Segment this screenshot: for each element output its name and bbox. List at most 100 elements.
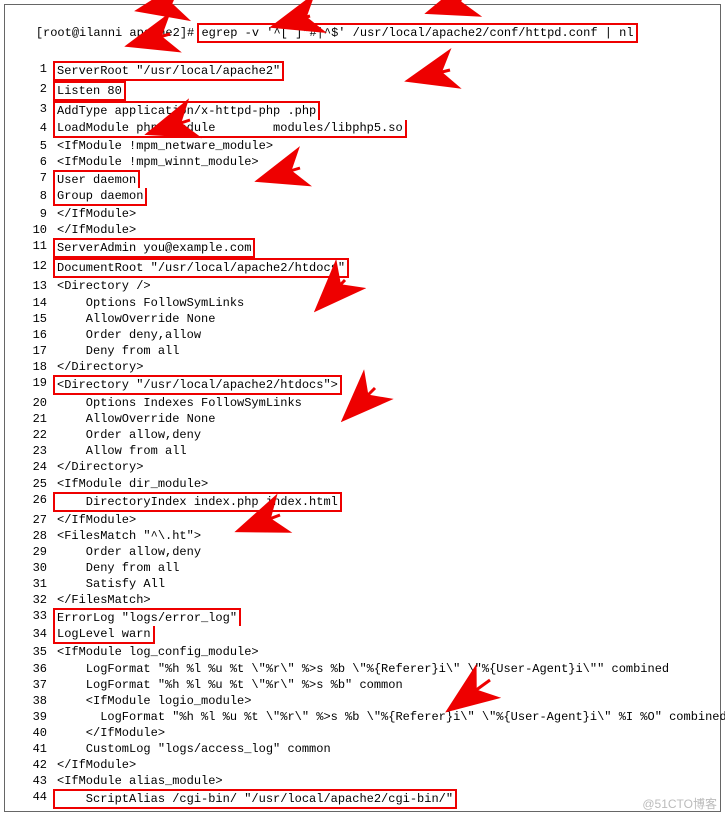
line-number: 5 (7, 138, 57, 154)
line-number: 44 (7, 789, 57, 809)
output-line: 3AddType application/x-httpd-php .php (7, 101, 718, 119)
line-number: 27 (7, 512, 57, 528)
line-number: 9 (7, 206, 57, 222)
line-number: 35 (7, 644, 57, 660)
output-line: 7User daemon (7, 170, 718, 188)
line-text: </IfModule> (57, 222, 718, 238)
output-line: 14 Options FollowSymLinks (7, 295, 718, 311)
watermark: @51CTO博客 (642, 796, 717, 812)
output-line: 35<IfModule log_config_module> (7, 644, 718, 660)
line-text: AddType application/x-httpd-php .php (57, 101, 718, 119)
line-number: 28 (7, 528, 57, 544)
output-line: 21 AllowOverride None (7, 411, 718, 427)
line-text: Order allow,deny (57, 427, 718, 443)
line-text: <IfModule !mpm_netware_module> (57, 138, 718, 154)
line-text: AllowOverride None (57, 411, 718, 427)
line-number: 20 (7, 395, 57, 411)
line-text: <IfModule dir_module> (57, 476, 718, 492)
line-number: 31 (7, 576, 57, 592)
highlight-box: ServerAdmin you@example.com (53, 238, 255, 258)
output-line: 11ServerAdmin you@example.com (7, 238, 718, 258)
line-text: </IfModule> (57, 206, 718, 222)
line-number: 3 (7, 101, 57, 119)
output-line: 33ErrorLog "logs/error_log" (7, 608, 718, 626)
line-number: 43 (7, 773, 57, 789)
line-text: LogFormat "%h %l %u %t \"%r\" %>s %b \"%… (57, 709, 725, 725)
highlight-box: LogLevel warn (53, 626, 155, 644)
line-text: Deny from all (57, 560, 718, 576)
line-text: </IfModule> (57, 725, 718, 741)
line-text: <IfModule logio_module> (57, 693, 718, 709)
line-text: Order deny,allow (57, 327, 718, 343)
line-text: ServerAdmin you@example.com (57, 238, 718, 258)
output-line: 13<Directory /> (7, 278, 718, 294)
line-number: 36 (7, 661, 57, 677)
line-number: 4 (7, 120, 57, 138)
highlight-box: DirectoryIndex index.php index.html (53, 492, 342, 512)
output-line: 10</IfModule> (7, 222, 718, 238)
line-number: 26 (7, 492, 57, 512)
line-number: 7 (7, 170, 57, 188)
line-text: Group daemon (57, 188, 718, 206)
line-text: User daemon (57, 170, 718, 188)
output-line: 34LogLevel warn (7, 626, 718, 644)
line-text: </IfModule> (57, 757, 718, 773)
highlight-box: ServerRoot "/usr/local/apache2" (53, 61, 284, 81)
output-line: 39 LogFormat "%h %l %u %t \"%r\" %>s %b … (7, 709, 718, 725)
output-line: 32</FilesMatch> (7, 592, 718, 608)
line-number: 33 (7, 608, 57, 626)
line-text: LoadModule php5_module modules/libphp5.s… (57, 120, 718, 138)
line-number: 12 (7, 258, 57, 278)
line-text: ServerRoot "/usr/local/apache2" (57, 61, 718, 81)
output-line: 23 Allow from all (7, 443, 718, 459)
line-text: <Directory "/usr/local/apache2/htdocs"> (57, 375, 718, 395)
output-line: 5<IfModule !mpm_netware_module> (7, 138, 718, 154)
output-line: 24</Directory> (7, 459, 718, 475)
terminal-container: [root@ilanni apache2]# egrep -v '^[ ]*#|… (4, 4, 721, 812)
output-line: 18</Directory> (7, 359, 718, 375)
line-text: DocumentRoot "/usr/local/apache2/htdocs" (57, 258, 718, 278)
output-line: 20 Options Indexes FollowSymLinks (7, 395, 718, 411)
line-text: ScriptAlias /cgi-bin/ "/usr/local/apache… (57, 789, 718, 809)
line-number: 41 (7, 741, 57, 757)
line-number: 2 (7, 81, 57, 101)
line-text: <IfModule log_config_module> (57, 644, 718, 660)
line-number: 14 (7, 295, 57, 311)
output-lines: 1ServerRoot "/usr/local/apache2"2Listen … (7, 61, 718, 809)
output-line: 31 Satisfy All (7, 576, 718, 592)
output-line: 30 Deny from all (7, 560, 718, 576)
line-number: 40 (7, 725, 57, 741)
line-number: 24 (7, 459, 57, 475)
output-line: 37 LogFormat "%h %l %u %t \"%r\" %>s %b"… (7, 677, 718, 693)
output-line: 22 Order allow,deny (7, 427, 718, 443)
output-line: 9</IfModule> (7, 206, 718, 222)
line-number: 22 (7, 427, 57, 443)
output-line: 16 Order deny,allow (7, 327, 718, 343)
line-number: 39 (7, 709, 57, 725)
line-number: 1 (7, 61, 57, 81)
output-line: 44 ScriptAlias /cgi-bin/ "/usr/local/apa… (7, 789, 718, 809)
output-line: 25<IfModule dir_module> (7, 476, 718, 492)
output-line: 1ServerRoot "/usr/local/apache2" (7, 61, 718, 81)
line-text: Options Indexes FollowSymLinks (57, 395, 718, 411)
highlight-box: AddType application/x-httpd-php .php (53, 101, 320, 119)
highlight-box: ErrorLog "logs/error_log" (53, 608, 241, 626)
line-number: 17 (7, 343, 57, 359)
highlight-box: Listen 80 (53, 81, 126, 101)
output-line: 19<Directory "/usr/local/apache2/htdocs"… (7, 375, 718, 395)
line-number: 34 (7, 626, 57, 644)
line-text: Allow from all (57, 443, 718, 459)
output-line: 15 AllowOverride None (7, 311, 718, 327)
prompt-user-host: [root@ilanni apache2]# (36, 26, 194, 40)
line-text: CustomLog "logs/access_log" common (57, 741, 718, 757)
line-number: 29 (7, 544, 57, 560)
command-prompt: [root@ilanni apache2]# egrep -v '^[ ]*#|… (7, 7, 718, 59)
line-text: LogFormat "%h %l %u %t \"%r\" %>s %b" co… (57, 677, 718, 693)
output-line: 27</IfModule> (7, 512, 718, 528)
output-line: 29 Order allow,deny (7, 544, 718, 560)
line-text: </IfModule> (57, 512, 718, 528)
line-number: 16 (7, 327, 57, 343)
output-line: 41 CustomLog "logs/access_log" common (7, 741, 718, 757)
line-number: 6 (7, 154, 57, 170)
line-number: 13 (7, 278, 57, 294)
